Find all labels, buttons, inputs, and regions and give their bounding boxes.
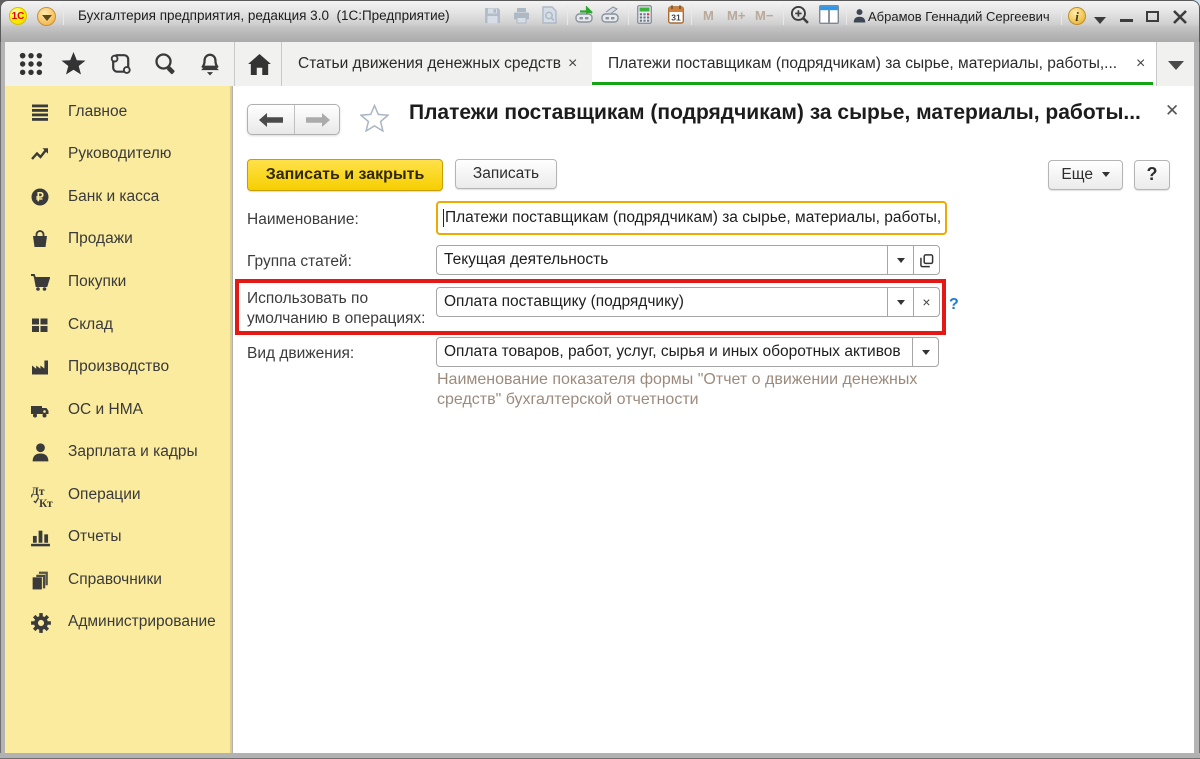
svg-text:₽: ₽	[36, 190, 44, 204]
svg-text:31: 31	[671, 13, 681, 23]
svg-text:Кт: Кт	[39, 498, 53, 508]
svg-text:Дт: Дт	[31, 486, 45, 498]
